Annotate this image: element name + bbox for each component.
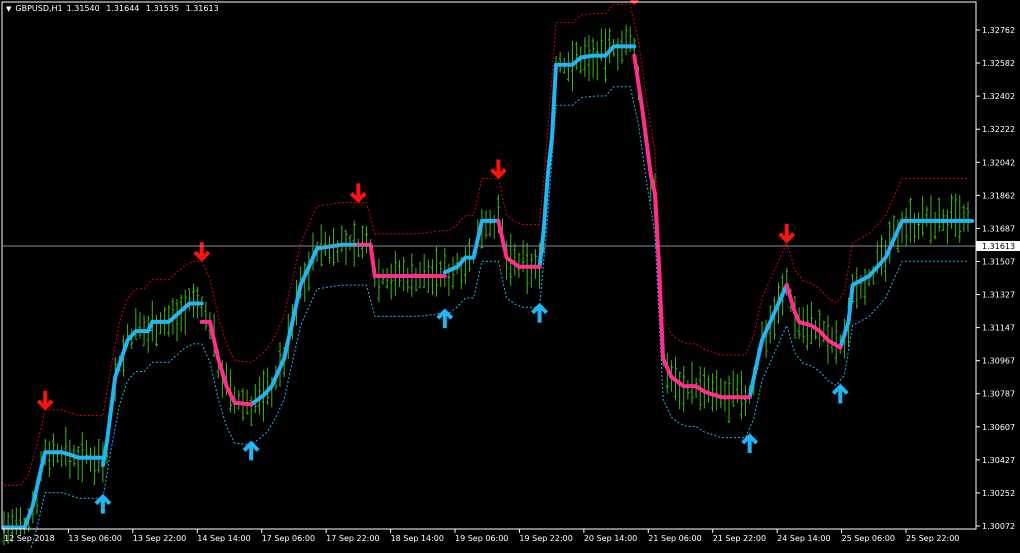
x-tick-label: 19 Sep 22:00 [519, 534, 572, 543]
y-tick-label: 1.30427 [982, 456, 1015, 465]
x-tick-label: 12 Sep 2018 [4, 534, 55, 543]
y-tick-label: 1.31147 [982, 324, 1015, 333]
current-price-label: 1.31613 [982, 242, 1015, 251]
y-tick-label: 1.30072 [982, 522, 1015, 531]
y-tick-label: 1.30967 [982, 357, 1015, 366]
y-tick-label: 1.31862 [982, 191, 1015, 200]
y-tick-label: 1.30252 [982, 489, 1015, 498]
x-tick-label: 13 Sep 22:00 [133, 534, 186, 543]
symbol-header: ▼ GBPUSD,H1 1.31540 1.31644 1.31535 1.31… [6, 4, 219, 13]
x-tick-label: 24 Sep 14:00 [777, 534, 830, 543]
y-tick-label: 1.32582 [982, 59, 1015, 68]
x-tick-label: 25 Sep 22:00 [906, 534, 959, 543]
x-tick-label: 18 Sep 14:00 [391, 534, 444, 543]
x-tick-label: 13 Sep 06:00 [68, 534, 121, 543]
x-tick-label: 17 Sep 22:00 [326, 534, 379, 543]
y-tick-label: 1.32222 [982, 125, 1015, 134]
close-value: 1.31613 [185, 4, 219, 13]
y-tick-label: 1.32762 [982, 26, 1015, 35]
y-tick-label: 1.31687 [982, 224, 1015, 233]
chart-background [0, 0, 1020, 549]
x-tick-label: 21 Sep 22:00 [713, 534, 766, 543]
y-tick-label: 1.30607 [982, 423, 1015, 432]
high-value: 1.31644 [106, 4, 140, 13]
x-tick-label: 14 Sep 14:00 [197, 534, 250, 543]
x-tick-label: 19 Sep 06:00 [455, 534, 508, 543]
y-tick-label: 1.31327 [982, 291, 1015, 300]
open-value: 1.31540 [66, 4, 100, 13]
chart-menu-icon[interactable]: ▼ [6, 5, 11, 13]
y-tick-label: 1.31507 [982, 257, 1015, 266]
ohlc-values: 1.31540 1.31644 1.31535 1.31613 [67, 4, 219, 13]
y-tick-label: 1.32402 [982, 92, 1015, 101]
chart-canvas[interactable]: 1.32762 1.32582 1.32402 1.32222 1.32042 1.318… [0, 0, 1020, 553]
price-chart[interactable]: 1.32762 1.32582 1.32402 1.32222 1.32042 1.318… [0, 0, 1020, 553]
symbol-label: GBPUSD,H1 [15, 4, 63, 13]
x-tick-label: 21 Sep 06:00 [648, 534, 701, 543]
x-tick-label: 17 Sep 06:00 [262, 534, 315, 543]
x-tick-label: 25 Sep 06:00 [842, 534, 895, 543]
y-tick-label: 1.30787 [982, 390, 1015, 399]
y-tick-label: 1.32042 [982, 158, 1015, 167]
x-tick-label: 20 Sep 14:00 [584, 534, 637, 543]
low-value: 1.31535 [145, 4, 180, 13]
